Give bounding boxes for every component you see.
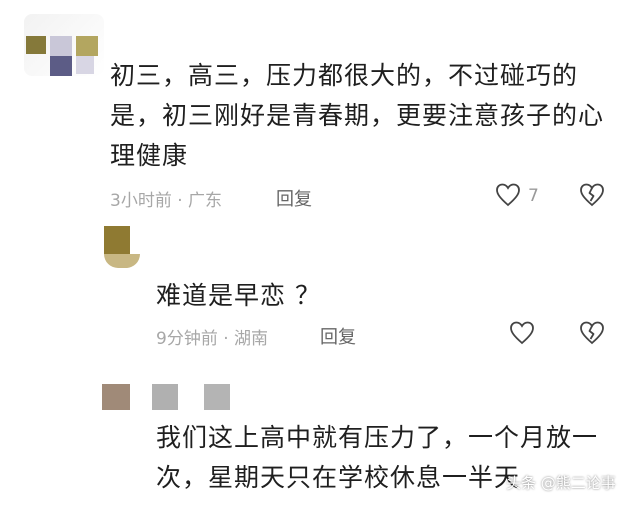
broken-heart-icon[interactable] [578,181,606,209]
comment-meta: 9分钟前 · 湖南 [156,329,269,349]
like-count: 7 [528,186,539,206]
watermark: 头条 @熊二论事 [506,474,616,492]
comment-text-line: 我们这上高中就有压力了，一个月放一 [156,423,599,452]
avatar[interactable] [24,14,104,76]
comment-text-line: 是，初三刚好是青春期，更要注意孩子的心 [110,101,605,130]
heart-icon[interactable] [494,181,522,209]
comment-text-line: 初三，高三，压力都很大的，不过碰巧的 [110,61,579,90]
comment-text-line: 次，星期天只在学校休息一半天 [156,463,521,492]
username-redacted [152,384,232,410]
comment-text-line: 难道是早恋 ？ [156,281,321,310]
comment-text-line: 理健康 [110,141,189,170]
broken-heart-icon[interactable] [578,319,606,347]
avatar[interactable] [104,226,142,270]
reply-button[interactable]: 回复 [276,185,312,211]
comment-meta: 3小时前 · 广东 [110,191,223,211]
heart-icon[interactable] [508,319,536,347]
avatar[interactable] [102,384,130,410]
reply-button[interactable]: 回复 [320,323,356,349]
